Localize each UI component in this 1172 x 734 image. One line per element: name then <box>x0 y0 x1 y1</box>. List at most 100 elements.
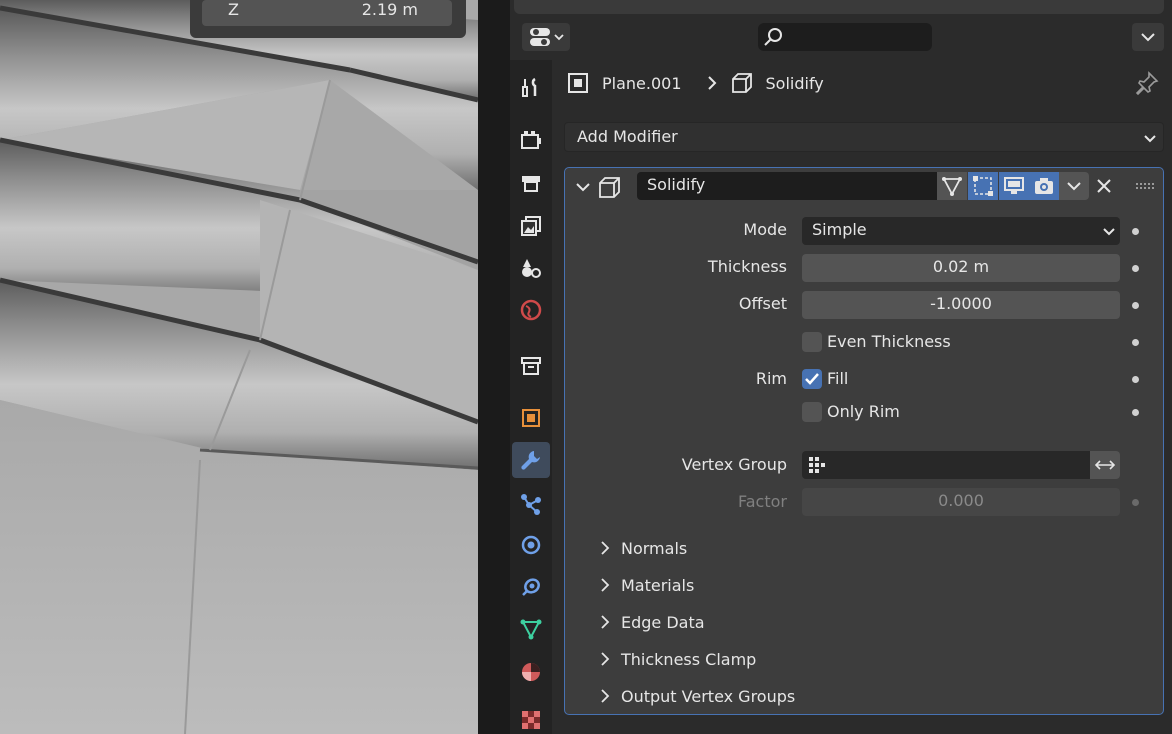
modifier-name: Solidify <box>647 175 706 194</box>
material-icon <box>522 663 540 681</box>
vertex-group-field[interactable] <box>802 451 1090 479</box>
keyframe-dot[interactable] <box>1132 409 1139 416</box>
add-modifier-dropdown[interactable]: Add Modifier <box>564 122 1164 152</box>
z-location-field[interactable]: Z 2.19 m <box>202 0 452 26</box>
remove-modifier-button[interactable] <box>1089 172 1119 200</box>
modifier-header[interactable]: Solidify <box>565 168 1163 206</box>
offset-field[interactable]: -1.0000 <box>802 291 1120 319</box>
mesh-shading <box>0 0 478 734</box>
chevron-right-icon <box>707 76 716 90</box>
options-dropdown[interactable] <box>1132 23 1164 51</box>
tab-data[interactable] <box>512 611 550 647</box>
edit-mode-button[interactable] <box>968 172 998 200</box>
render-icon <box>521 131 541 149</box>
editor-type-button[interactable] <box>522 23 570 51</box>
subpanel-normals[interactable]: Normals <box>599 535 687 561</box>
breadcrumb: Plane.001 Solidify <box>566 70 824 96</box>
tab-tool[interactable] <box>512 70 550 106</box>
chevron-down-icon <box>1103 228 1115 236</box>
drag-handle-icon[interactable] <box>1136 181 1154 191</box>
object-icon <box>522 409 540 427</box>
factor-label: Factor <box>738 492 787 511</box>
subpanel-label: Edge Data <box>621 612 705 632</box>
cage-icon <box>942 177 962 196</box>
properties-tabs <box>510 60 552 734</box>
output-icon <box>522 176 540 192</box>
texture-icon <box>522 711 540 729</box>
view-layer-icon <box>521 216 541 236</box>
subpanel-edge-data[interactable]: Edge Data <box>599 609 705 635</box>
tab-scene[interactable] <box>512 250 550 286</box>
search-input[interactable] <box>758 23 932 51</box>
tab-material[interactable] <box>512 654 550 690</box>
properties-editor-icon <box>530 28 564 46</box>
keyframe-dot[interactable] <box>1132 339 1139 346</box>
tab-world[interactable] <box>512 292 550 328</box>
modifier-extra-menu[interactable] <box>1059 172 1089 200</box>
thickness-field[interactable]: 0.02 m <box>802 254 1120 282</box>
tab-texture[interactable] <box>512 702 550 734</box>
add-modifier-label: Add Modifier <box>577 127 678 146</box>
mode-value: Simple <box>812 220 867 239</box>
tab-output[interactable] <box>512 165 550 201</box>
subpanel-label: Output Vertex Groups <box>621 686 796 706</box>
tab-particles[interactable] <box>512 486 550 522</box>
subpanel-materials[interactable]: Materials <box>599 572 694 598</box>
factor-field[interactable]: 0.000 <box>802 488 1120 516</box>
keyframe-dot[interactable] <box>1132 302 1139 309</box>
tool-icon <box>522 77 537 97</box>
chevron-right-icon <box>601 689 610 703</box>
even-thickness-label: Even Thickness <box>827 332 951 351</box>
object-icon <box>568 73 588 93</box>
keyframe-dot[interactable] <box>1132 499 1139 506</box>
monitor-icon <box>1004 177 1024 194</box>
z-value: 2.19 m <box>361 0 418 19</box>
subpanel-label: Thickness Clamp <box>621 649 757 669</box>
tab-modifiers[interactable] <box>512 442 550 478</box>
tab-view-layer[interactable] <box>512 208 550 244</box>
properties-content: Plane.001 Solidify Add Modifier Solidify… <box>552 60 1172 734</box>
tab-physics[interactable] <box>512 527 550 563</box>
tab-constraints[interactable] <box>512 569 550 605</box>
thickness-value: 0.02 m <box>932 257 990 276</box>
subpanel-thickness-clamp[interactable]: Thickness Clamp <box>599 646 756 672</box>
chevron-down-icon <box>1141 33 1155 42</box>
chevron-right-icon <box>601 615 610 629</box>
realtime-display-button[interactable] <box>999 172 1029 200</box>
properties-header <box>510 0 1172 60</box>
modifier-name-input[interactable]: Solidify <box>637 172 937 200</box>
mesh-data-icon <box>520 619 542 640</box>
tab-render[interactable] <box>512 122 550 158</box>
thickness-label: Thickness <box>707 257 787 276</box>
factor-value: 0.000 <box>938 491 984 510</box>
constraints-icon <box>522 578 540 596</box>
keyframe-dot[interactable] <box>1132 265 1139 272</box>
pin-icon[interactable] <box>1134 70 1160 96</box>
even-thickness-checkbox[interactable] <box>802 332 822 352</box>
fill-label: Fill <box>827 369 849 388</box>
3d-viewport[interactable]: Z 2.19 m <box>0 0 478 734</box>
subpanel-label: Materials <box>621 575 695 595</box>
solidify-modifier-panel: Solidify Mode Simple Thickness 0.02 m Of… <box>564 167 1164 715</box>
solidify-modifier-icon <box>731 73 752 93</box>
tab-collection[interactable] <box>512 348 550 384</box>
vertex-group-label: Vertex Group <box>681 455 787 474</box>
area-divider[interactable] <box>478 0 510 734</box>
keyframe-dot[interactable] <box>1132 376 1139 383</box>
fill-checkbox[interactable] <box>802 369 822 389</box>
only-rim-checkbox[interactable] <box>802 402 822 422</box>
edit-mode-cage-button[interactable] <box>937 172 967 200</box>
invert-vertex-group-button[interactable] <box>1090 451 1120 479</box>
breadcrumb-object: Plane.001 <box>602 73 682 93</box>
mode-dropdown[interactable]: Simple <box>802 217 1120 245</box>
world-icon <box>520 299 542 321</box>
scene-icon <box>522 259 541 278</box>
close-icon <box>1097 179 1111 193</box>
tab-object[interactable] <box>512 400 550 436</box>
keyframe-dot[interactable] <box>1132 228 1139 235</box>
render-display-button[interactable] <box>1029 172 1059 200</box>
subpanel-output-vertex-groups[interactable]: Output Vertex Groups <box>599 683 795 709</box>
only-rim-label: Only Rim <box>827 402 900 421</box>
collapse-chevron-icon[interactable] <box>573 177 593 197</box>
collection-icon <box>521 357 541 375</box>
